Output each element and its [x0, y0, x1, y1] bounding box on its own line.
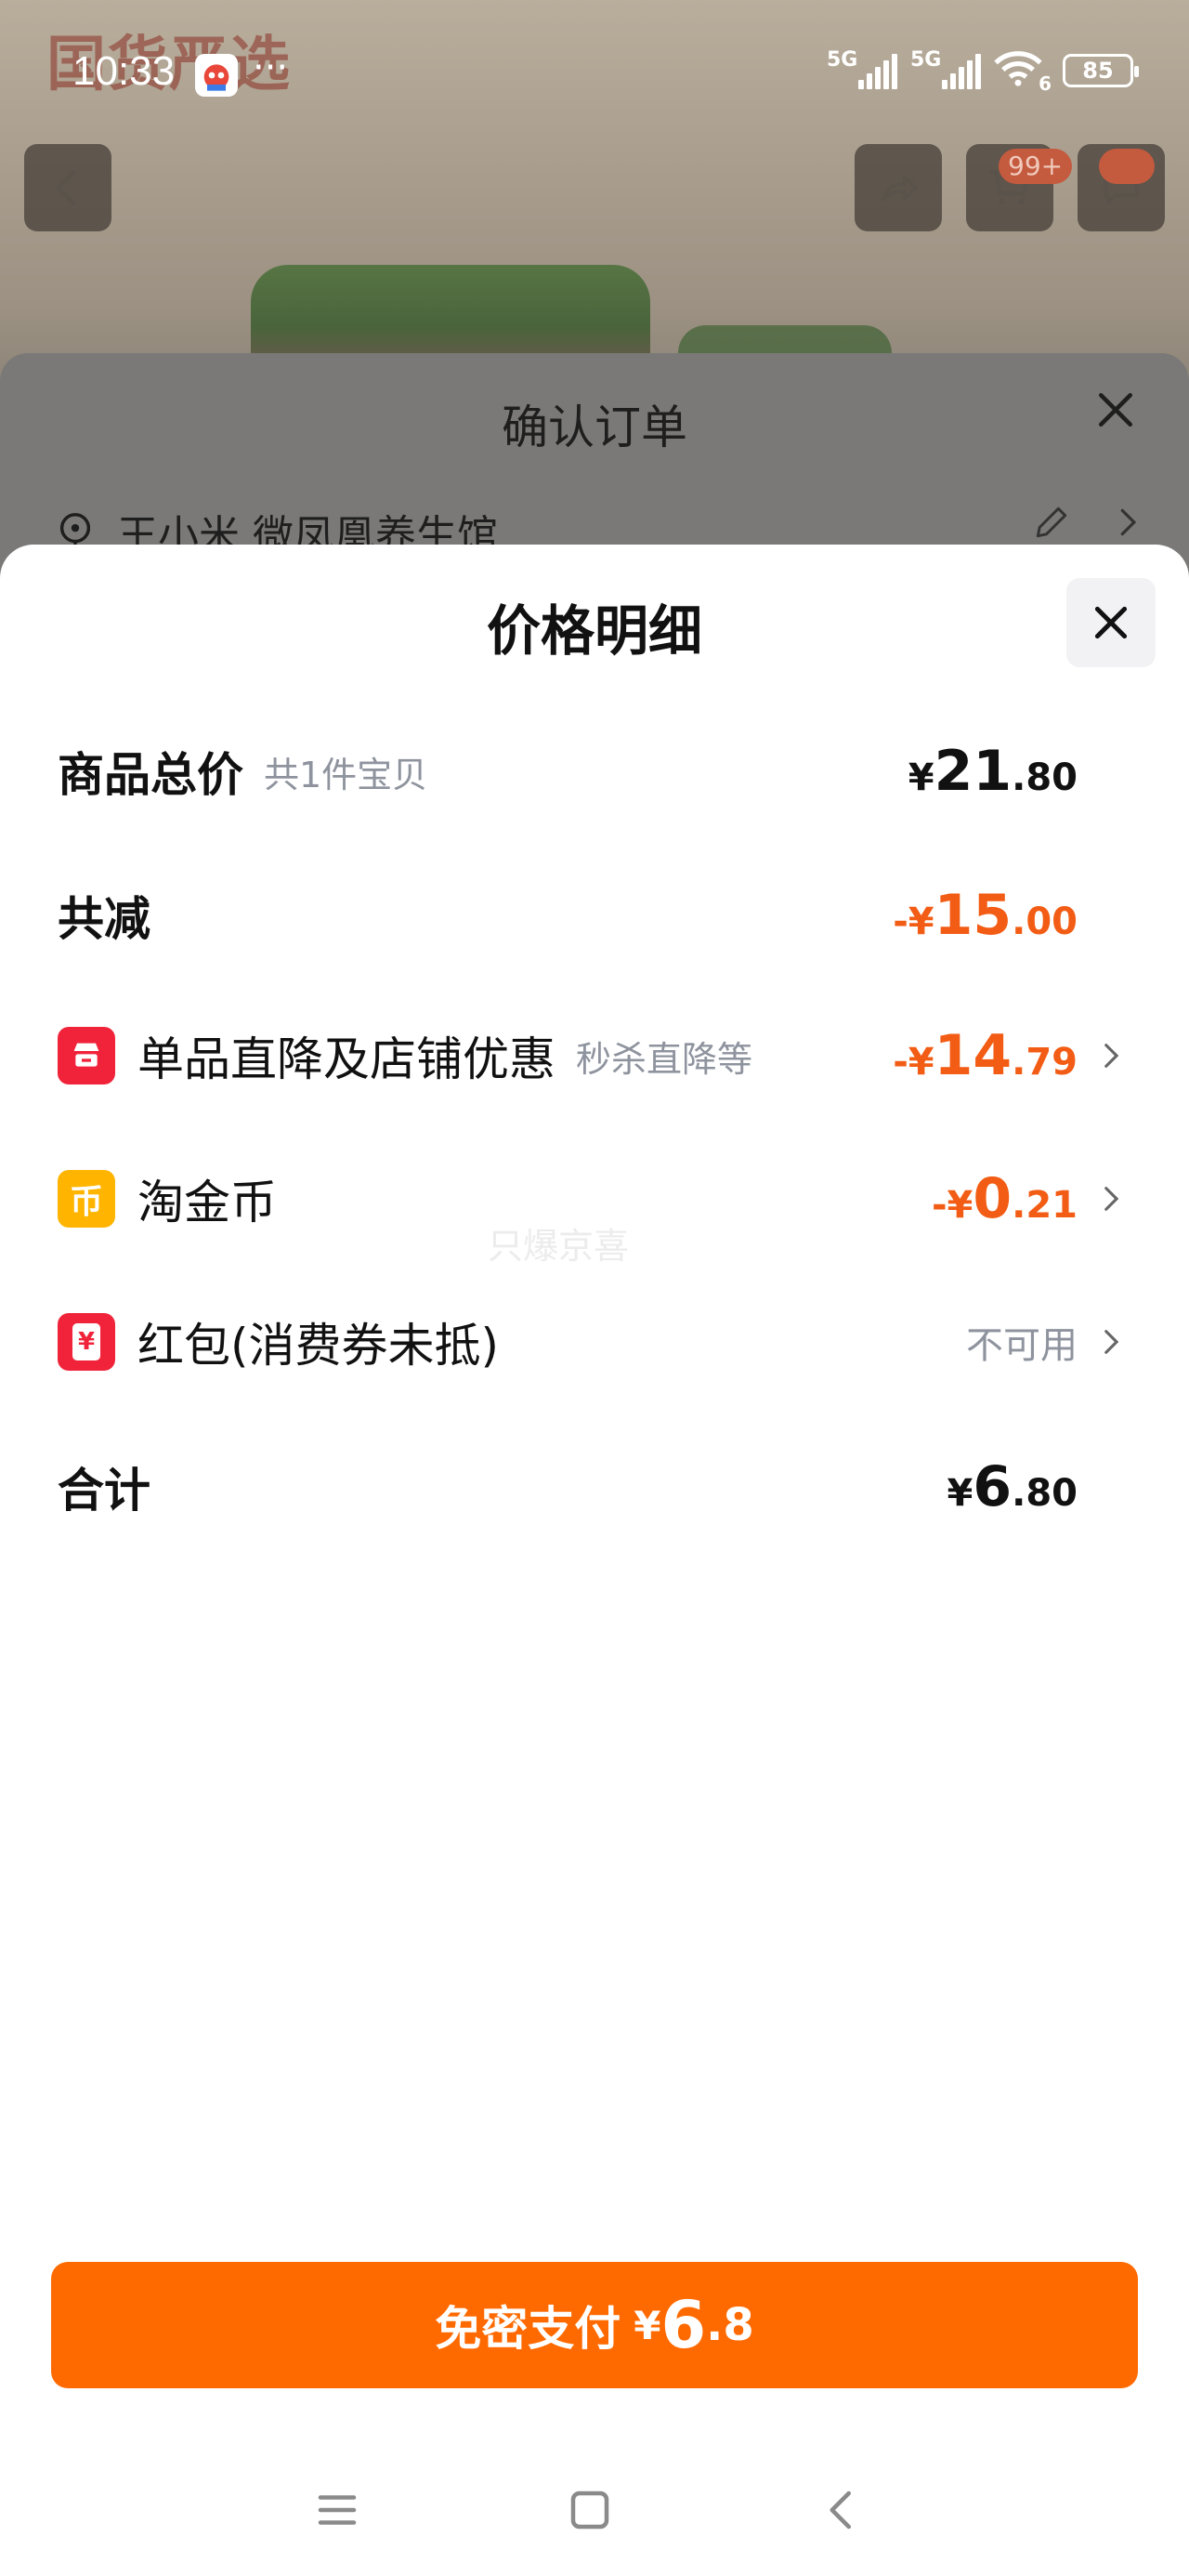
subtotal-price: ¥21.80 — [908, 739, 1078, 804]
pay-button[interactable]: 免密支付 ¥ 6 .8 — [51, 2262, 1138, 2388]
row-red-packet[interactable]: ¥ 红包(消费券未抵) 不可用 — [58, 1295, 1126, 1388]
chevron-right-icon — [1104, 1044, 1119, 1068]
recents-button[interactable] — [305, 2477, 370, 2543]
cart-badge: 99+ — [999, 149, 1073, 184]
row-label: 商品总价 — [58, 748, 243, 802]
edit-icon[interactable] — [1031, 502, 1072, 543]
confirm-order-title: 确认订单 — [502, 401, 687, 454]
share-icon — [881, 174, 918, 202]
pay-currency: ¥ — [634, 2302, 661, 2348]
row-subtotal: 商品总价 共1件宝贝 ¥21.80 — [58, 725, 1126, 818]
total-price: ¥6.80 — [947, 1454, 1078, 1519]
back-button[interactable] — [24, 144, 111, 231]
row-store-discount[interactable]: 单品直降及店铺优惠 秒杀直降等 -¥14.79 — [58, 1009, 1126, 1102]
row-label: 共减 — [58, 892, 150, 946]
red-packet-icon: ¥ — [58, 1313, 115, 1371]
row-sublabel: 秒杀直降等 — [576, 1038, 753, 1080]
app-notification-icon — [195, 54, 238, 97]
close-icon — [1094, 606, 1128, 639]
row-label: 合计 — [58, 1464, 150, 1518]
chevron-right-icon[interactable] — [1109, 505, 1144, 540]
pay-button-label: 免密支付 — [435, 2302, 621, 2356]
close-icon[interactable] — [1091, 385, 1141, 435]
row-label: 淘金币 — [137, 1176, 277, 1229]
status-bar: 10:33 ··· 5G 5G 6 85 — [0, 0, 1189, 123]
modal-title: 价格明细 — [486, 599, 702, 663]
status-time: 10:33 — [72, 48, 176, 94]
home-button[interactable] — [557, 2477, 622, 2543]
total-discount-price: -¥15.00 — [893, 883, 1078, 948]
address-actions — [1031, 502, 1144, 543]
share-button[interactable] — [855, 144, 942, 231]
chevron-right-icon — [1104, 1187, 1119, 1211]
chevron-left-icon — [56, 169, 76, 206]
back-nav-button[interactable] — [810, 2477, 875, 2543]
row-total-discount: 共减 -¥15.00 — [58, 869, 1126, 962]
coin-icon: 币 — [58, 1170, 115, 1228]
store-discount-price: -¥14.79 — [893, 1023, 1078, 1088]
status-more-dots: ··· — [253, 46, 289, 89]
product-image — [251, 265, 650, 367]
menu-icon — [318, 2495, 357, 2525]
store-icon — [58, 1027, 115, 1084]
status-icons: 5G 5G 6 85 — [827, 48, 1139, 95]
close-button[interactable] — [1066, 578, 1156, 667]
system-nav-bar — [0, 2453, 1189, 2576]
signal-icon: 5G — [910, 48, 981, 89]
chevron-right-icon — [1104, 1330, 1119, 1354]
pay-amount-dec: .8 — [706, 2299, 754, 2351]
battery-icon: 85 — [1063, 54, 1139, 87]
signal-icon: 5G — [827, 48, 897, 89]
row-sublabel: 共1件宝贝 — [264, 754, 428, 795]
chevron-left-icon — [830, 2491, 851, 2530]
row-total: 合计 ¥6.80 — [58, 1440, 1126, 1533]
row-label: 单品直降及店铺优惠 — [137, 1032, 555, 1086]
watermark-text: 只爆京喜 — [488, 1226, 630, 1267]
row-label: 红包(消费券未抵) — [137, 1319, 500, 1373]
unavailable-text: 不可用 — [966, 1324, 1078, 1367]
coin-discount-price: -¥0.21 — [931, 1166, 1078, 1231]
message-badge — [1099, 149, 1155, 184]
square-icon — [570, 2491, 609, 2530]
wifi-icon: 6 — [994, 50, 1052, 95]
pay-amount-int: 6 — [660, 2287, 707, 2363]
